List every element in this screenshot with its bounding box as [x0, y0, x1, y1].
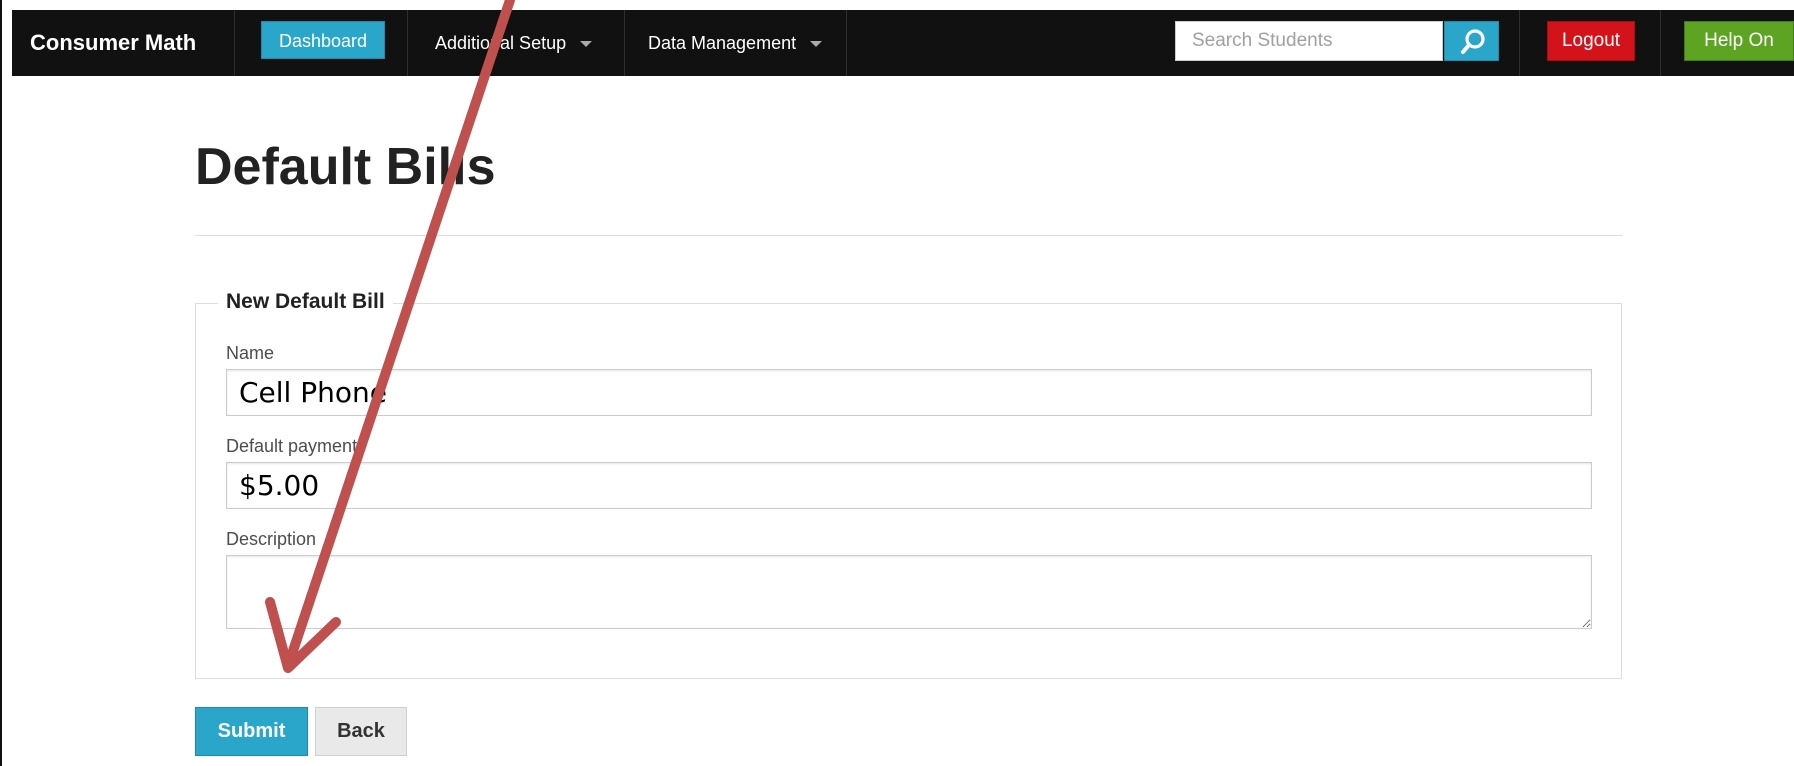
- title-divider: [195, 235, 1623, 236]
- nav-divider: [1660, 10, 1661, 76]
- name-label: Name: [226, 343, 275, 363]
- default-payment-label: Default payment: [226, 436, 358, 456]
- data-management-label: Data Management: [648, 33, 797, 53]
- nav-divider: [407, 10, 408, 76]
- description-label: Description: [226, 529, 317, 549]
- fieldset-legend: New Default Bill: [218, 288, 393, 316]
- additional-setup-label: Additional Setup: [435, 33, 567, 53]
- page-title: Default Bills: [195, 138, 496, 196]
- name-field[interactable]: [226, 369, 1592, 416]
- description-textarea[interactable]: [226, 555, 1592, 629]
- submit-button[interactable]: Submit: [195, 707, 308, 756]
- chevron-down-icon: [580, 41, 593, 48]
- nav-divider: [846, 10, 847, 76]
- additional-setup-menu[interactable]: Additional Setup: [435, 10, 593, 76]
- nav-divider: [234, 10, 235, 76]
- help-toggle-button[interactable]: Help On: [1684, 21, 1794, 61]
- search-students-input[interactable]: [1175, 21, 1443, 61]
- search-button[interactable]: [1444, 21, 1499, 61]
- back-button[interactable]: Back: [315, 707, 407, 756]
- chevron-down-icon: [810, 41, 823, 48]
- nav-divider: [1519, 10, 1520, 76]
- logout-button[interactable]: Logout: [1547, 21, 1635, 61]
- data-management-menu[interactable]: Data Management: [648, 10, 823, 76]
- dashboard-button[interactable]: Dashboard: [261, 21, 385, 59]
- search-icon: [1461, 29, 1485, 54]
- nav-divider: [624, 10, 625, 76]
- default-payment-field[interactable]: [226, 462, 1592, 509]
- brand-title[interactable]: Consumer Math: [30, 10, 196, 76]
- top-navigation-bar: Consumer Math Dashboard Additional Setup…: [12, 10, 1794, 76]
